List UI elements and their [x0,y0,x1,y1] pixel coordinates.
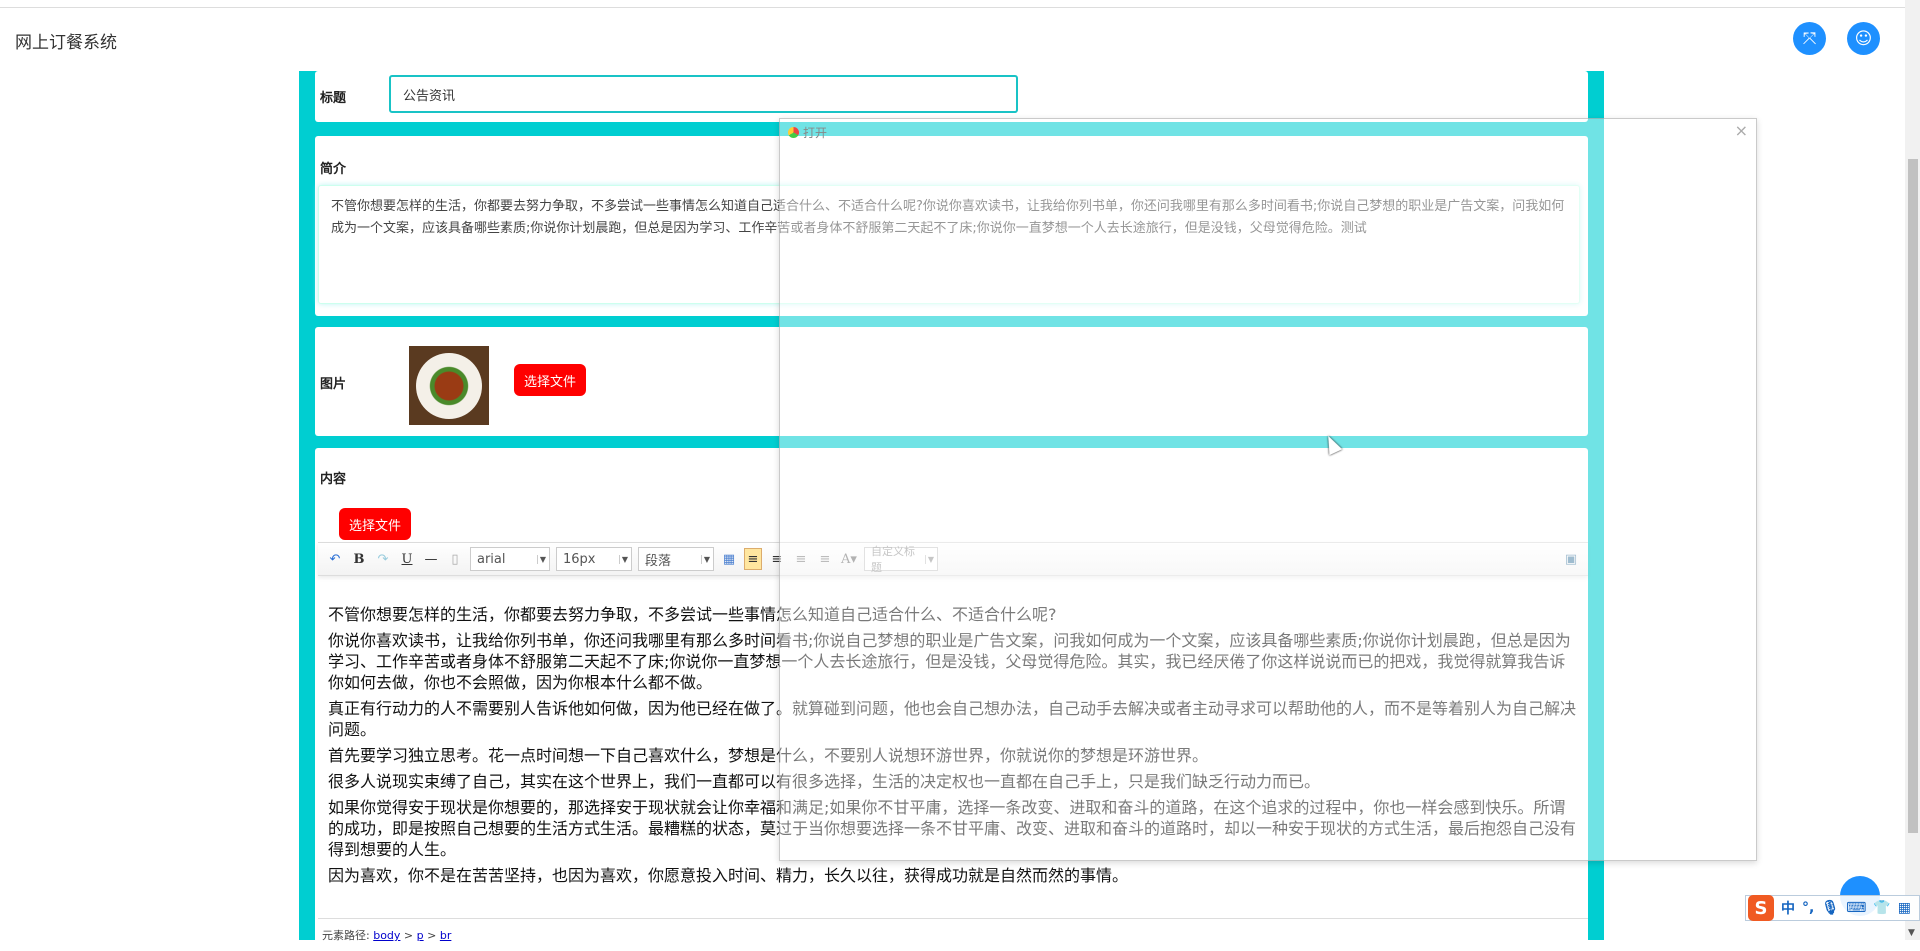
skin-icon[interactable]: 👕 [1873,900,1890,916]
size-value: 16px [563,551,596,567]
page-scrollbar[interactable]: ▼ [1905,0,1920,940]
ime-mode[interactable]: 中 [1781,898,1795,918]
browser-icon [788,127,799,138]
title-input[interactable] [389,75,1018,113]
font-family-select[interactable]: arial ▼ [470,547,550,571]
bold-button[interactable]: B [350,548,368,570]
app-title: 网上订餐系统 [15,33,117,53]
ime-toolbar[interactable]: S 中 °, 🎙 ⌨ 👕 ▦ [1745,895,1920,921]
scrollbar-thumb[interactable] [1908,159,1918,833]
apps-icon[interactable]: ▦ [1898,900,1911,916]
element-path-bar: 元素路径: body > p > br [318,918,1588,951]
dialog-title-text: 打开 [803,126,828,140]
ime-punctuation[interactable]: °, [1802,900,1814,916]
food-image [409,346,489,425]
table-icon[interactable]: ▦ [720,548,738,570]
dialog-title: 打开 [788,124,827,141]
path-label: 元素路径: [322,929,370,942]
open-file-dialog[interactable]: 打开 × [779,118,1757,861]
image-choose-file-button[interactable]: 选择文件 [514,364,587,396]
close-icon[interactable]: × [1735,121,1748,140]
path-br-link[interactable]: br [440,929,452,942]
title-row: 标题 [315,71,1588,122]
path-body-link[interactable]: body [373,929,400,942]
user-icon[interactable]: ☺ [1847,22,1880,55]
font-value: arial [477,551,506,567]
align-left-icon[interactable]: ≡ [744,548,762,570]
horizontal-rule-icon[interactable]: — [422,548,440,570]
path-p-link[interactable]: p [417,929,424,942]
paragraph-select[interactable]: 段落 ▼ [638,547,714,571]
content-choose-file-button[interactable]: 选择文件 [339,508,412,540]
block-value: 段落 [645,553,672,569]
scroll-down-icon[interactable]: ▼ [1908,928,1915,938]
image-label: 图片 [320,377,347,392]
underline-button[interactable]: U [398,548,416,570]
font-size-select[interactable]: 16px ▼ [556,547,632,571]
top-divider [0,7,1905,8]
paragraph: 因为喜欢，你不是在苦苦坚持，也因为喜欢，你愿意投入时间、精力，长久以往，获得成功… [328,866,1129,885]
content-label: 内容 [320,472,347,487]
new-page-icon[interactable]: ▯ [446,548,464,570]
microphone-icon[interactable]: 🎙 [1821,900,1839,916]
title-label: 标题 [320,91,347,106]
redo-icon[interactable]: ↷ [374,548,392,570]
summary-label: 简介 [320,162,347,177]
sogou-logo-icon: S [1748,895,1774,921]
keyboard-icon[interactable]: ⌨ [1846,900,1866,916]
undo-icon[interactable]: ↶ [326,548,344,570]
fullscreen-icon[interactable]: ⤧ [1793,22,1826,55]
